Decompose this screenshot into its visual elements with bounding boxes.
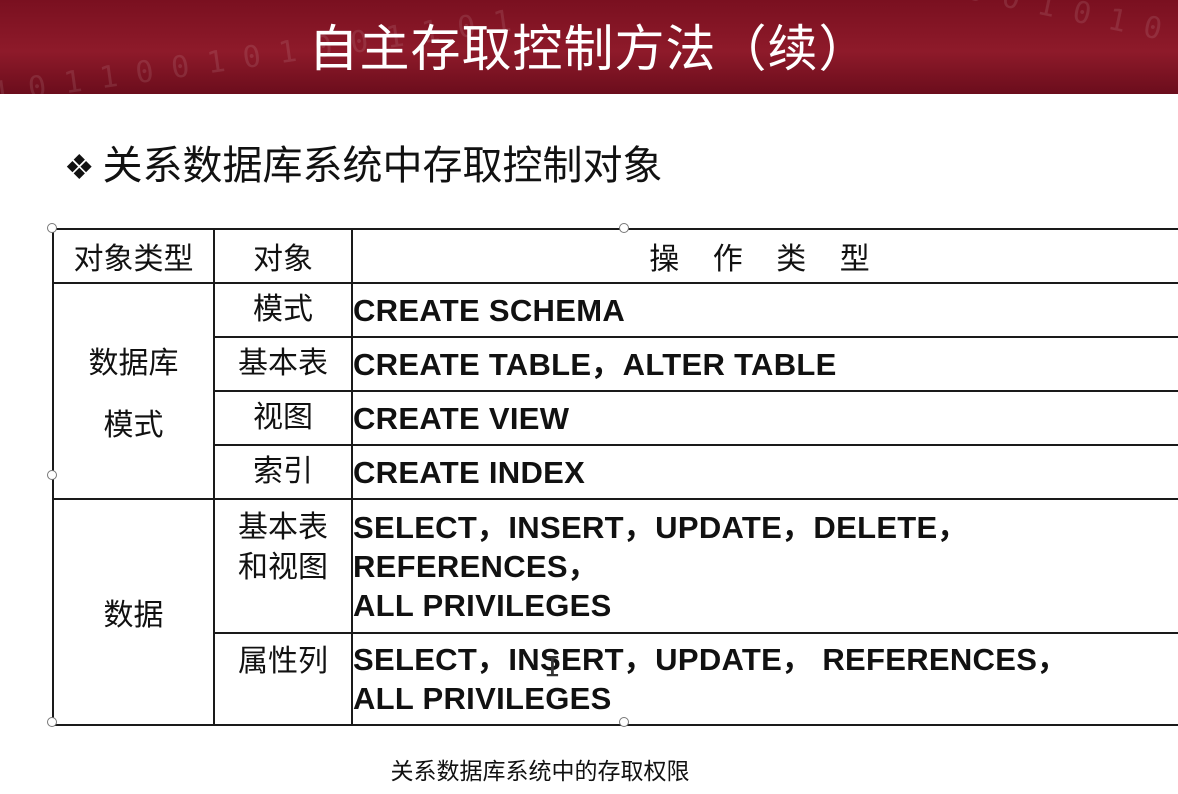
resize-handle[interactable]	[47, 717, 57, 727]
bullet-text: 关系数据库系统中存取控制对象	[102, 143, 663, 189]
diamond-bullet-icon: ❖	[64, 148, 95, 188]
operations-cell: CREATE INDEX	[351, 444, 1178, 500]
operations-line: SELECT，INSERT，UPDATE，DELETE，	[353, 509, 969, 545]
header-object-type: 对象类型	[52, 228, 215, 284]
operations-cell: SELECT，INSERT，UPDATE， REFERENCES， ALL PR…	[351, 632, 1178, 726]
operations-cell: CREATE VIEW	[351, 390, 1178, 446]
object-type-line: 数据	[103, 598, 164, 633]
object-line: 基本表	[238, 510, 328, 545]
operations-cell: CREATE SCHEMA	[351, 282, 1178, 338]
header-operation-type: 操 作 类 型	[351, 228, 1178, 284]
object-type-line: 数据库	[88, 346, 179, 381]
table-header-row: 对象类型 对象 操 作 类 型	[52, 228, 1178, 284]
operations-line: REFERENCES，	[353, 548, 600, 584]
object-type-cell: 数据	[52, 498, 215, 726]
object-cell: 属性列	[213, 632, 353, 726]
table-row: 数据库 模式 模式 CREATE SCHEMA	[52, 282, 1178, 500]
object-type-line: 模式	[103, 408, 164, 443]
operations-cell: CREATE TABLE，ALTER TABLE	[351, 336, 1178, 392]
privilege-table[interactable]: 对象类型 对象 操 作 类 型 数据库 模式 模式 CREATE SCHEMA …	[52, 228, 1178, 726]
bullet-heading[interactable]: ❖ 关系数据库系统中存取控制对象	[64, 138, 662, 196]
object-cell: 基本表 和视图	[213, 498, 353, 634]
table-row: 属性列 SELECT，INSERT，UPDATE， REFERENCES， AL…	[53, 632, 1178, 726]
resize-handle[interactable]	[619, 717, 629, 727]
object-cell: 视图	[213, 390, 353, 446]
text-cursor-icon: I	[544, 650, 561, 683]
resize-handle[interactable]	[47, 470, 57, 480]
object-type-cell: 数据库 模式	[52, 282, 215, 500]
object-cell: 索引	[213, 444, 353, 500]
object-cell: 模式	[213, 282, 353, 338]
operations-cell: SELECT，INSERT，UPDATE，DELETE， REFERENCES，…	[351, 498, 1178, 634]
table-caption[interactable]: 关系数据库系统中的存取权限	[0, 752, 1080, 786]
operations-line: ALL PRIVILEGES	[353, 681, 612, 716]
object-cell: 基本表	[213, 336, 353, 392]
operations-line: ALL PRIVILEGES	[353, 587, 612, 623]
table-row: 基本表 CREATE TABLE，ALTER TABLE	[53, 336, 1178, 392]
table-row: 视图 CREATE VIEW	[53, 390, 1178, 446]
title-banner: 1 0 1 1 0 0 1 0 1 0 0 1 1 0 1 1 0 1 1 0 …	[0, 0, 1178, 94]
resize-handle[interactable]	[47, 223, 57, 233]
resize-handle[interactable]	[619, 223, 629, 233]
table-row: 索引 CREATE INDEX	[53, 444, 1178, 500]
table-row: 数据 基本表 和视图 SELECT，INSERT，UPDATE，DELETE， …	[52, 498, 1178, 726]
operations-line: SELECT，INSERT，UPDATE， REFERENCES，	[353, 642, 1069, 677]
slide-title[interactable]: 自主存取控制方法（续）	[0, 16, 1178, 82]
object-line: 和视图	[238, 550, 328, 585]
header-object: 对象	[213, 228, 353, 284]
